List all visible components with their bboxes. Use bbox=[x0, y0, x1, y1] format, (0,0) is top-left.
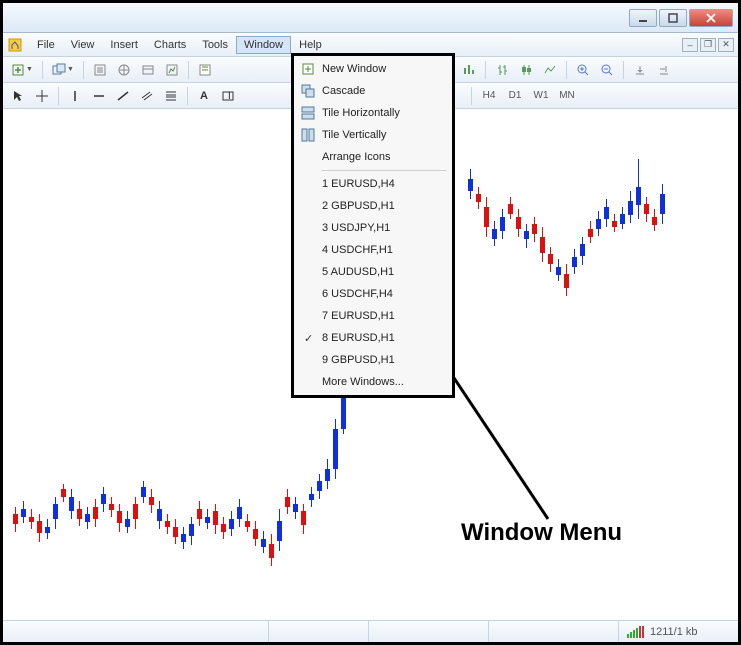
timeframe-mn-button[interactable]: MN bbox=[555, 87, 579, 105]
menu-label: 7 EURUSD,H1 bbox=[322, 310, 395, 322]
menu-window-3[interactable]: 3 USDJPY,H1 bbox=[296, 217, 450, 239]
navigator-button[interactable] bbox=[113, 60, 135, 80]
timeframe-w1-button[interactable]: W1 bbox=[529, 87, 553, 105]
menu-charts[interactable]: Charts bbox=[146, 36, 194, 54]
crosshair-button[interactable] bbox=[31, 86, 53, 106]
minimize-button[interactable] bbox=[629, 9, 657, 27]
tile-vertical-icon bbox=[300, 127, 316, 143]
menu-label: More Windows... bbox=[322, 376, 404, 388]
window-menu-dropdown: New Window Cascade Tile Horizontally Til… bbox=[291, 53, 455, 398]
timeframe-d1-button[interactable]: D1 bbox=[503, 87, 527, 105]
vertical-line-button[interactable] bbox=[64, 86, 86, 106]
menu-window-4[interactable]: 4 USDCHF,H1 bbox=[296, 239, 450, 261]
periodicity-button[interactable] bbox=[458, 60, 480, 80]
new-order-button[interactable] bbox=[194, 60, 216, 80]
menu-tile-vertically[interactable]: Tile Vertically bbox=[296, 124, 450, 146]
text-label-button[interactable]: T bbox=[217, 86, 239, 106]
menu-label: 1 EURUSD,H4 bbox=[322, 178, 395, 190]
close-button[interactable] bbox=[689, 9, 733, 27]
candlestick-button[interactable] bbox=[515, 60, 537, 80]
connection-bars-icon bbox=[627, 626, 644, 638]
menu-label: 5 AUDUSD,H1 bbox=[322, 266, 394, 278]
menu-more-windows[interactable]: More Windows... bbox=[296, 371, 450, 393]
new-chart-button[interactable]: ▼ bbox=[7, 60, 37, 80]
menu-help[interactable]: Help bbox=[291, 36, 330, 54]
cascade-icon bbox=[300, 83, 316, 99]
terminal-button[interactable] bbox=[137, 60, 159, 80]
bar-chart-button[interactable] bbox=[491, 60, 513, 80]
mdi-close-button[interactable]: ✕ bbox=[718, 38, 734, 52]
annotation-text: Window Menu bbox=[461, 519, 622, 547]
check-icon: ✓ bbox=[304, 332, 313, 345]
svg-text:T: T bbox=[226, 90, 233, 102]
auto-scroll-button[interactable] bbox=[629, 60, 651, 80]
fibonacci-button[interactable] bbox=[160, 86, 182, 106]
menu-window-5[interactable]: 5 AUDUSD,H1 bbox=[296, 261, 450, 283]
mdi-restore-button[interactable]: ❐ bbox=[700, 38, 716, 52]
mdi-minimize-button[interactable]: – bbox=[682, 38, 698, 52]
menu-view[interactable]: View bbox=[63, 36, 103, 54]
cursor-button[interactable] bbox=[7, 86, 29, 106]
titlebar bbox=[3, 3, 738, 33]
tile-horizontal-icon bbox=[300, 105, 316, 121]
status-cell-2 bbox=[368, 621, 488, 642]
menu-window[interactable]: Window bbox=[236, 36, 291, 54]
menu-label: Cascade bbox=[322, 85, 365, 97]
menu-tile-horizontally[interactable]: Tile Horizontally bbox=[296, 102, 450, 124]
status-cell-3 bbox=[488, 621, 618, 642]
menu-window-2[interactable]: 2 GBPUSD,H1 bbox=[296, 195, 450, 217]
menu-label: 8 EURUSD,H1 bbox=[322, 332, 395, 344]
menu-label: 6 USDCHF,H4 bbox=[322, 288, 393, 300]
menu-separator bbox=[322, 170, 446, 171]
trendline-button[interactable] bbox=[112, 86, 134, 106]
menu-arrange-icons[interactable]: Arrange Icons bbox=[296, 146, 450, 168]
menu-label: New Window bbox=[322, 63, 386, 75]
status-cell-1 bbox=[268, 621, 368, 642]
menu-label: Tile Horizontally bbox=[322, 107, 400, 119]
menu-new-window[interactable]: New Window bbox=[296, 58, 450, 80]
text-button[interactable]: A bbox=[193, 86, 215, 106]
equidistant-channel-button[interactable] bbox=[136, 86, 158, 106]
chart-shift-button[interactable] bbox=[653, 60, 675, 80]
zoom-out-button[interactable] bbox=[596, 60, 618, 80]
maximize-button[interactable] bbox=[659, 9, 687, 27]
menu-window-8[interactable]: ✓ 8 EURUSD,H1 bbox=[296, 327, 450, 349]
menu-window-9[interactable]: 9 GBPUSD,H1 bbox=[296, 349, 450, 371]
app-icon bbox=[7, 37, 23, 53]
menu-window-6[interactable]: 6 USDCHF,H4 bbox=[296, 283, 450, 305]
menu-insert[interactable]: Insert bbox=[102, 36, 146, 54]
line-chart-button[interactable] bbox=[539, 60, 561, 80]
menu-cascade[interactable]: Cascade bbox=[296, 80, 450, 102]
menu-label: 2 GBPUSD,H1 bbox=[322, 200, 395, 212]
status-connection: 1211/1 kb bbox=[618, 621, 738, 642]
connection-text: 1211/1 kb bbox=[650, 626, 698, 638]
horizontal-line-button[interactable] bbox=[88, 86, 110, 106]
menu-window-1[interactable]: 1 EURUSD,H4 bbox=[296, 173, 450, 195]
new-window-icon bbox=[300, 61, 316, 77]
menu-label: 4 USDCHF,H1 bbox=[322, 244, 393, 256]
market-watch-button[interactable] bbox=[89, 60, 111, 80]
profiles-button[interactable]: ▼ bbox=[48, 60, 78, 80]
timeframe-h4-button[interactable]: H4 bbox=[477, 87, 501, 105]
menu-label: Arrange Icons bbox=[322, 151, 390, 163]
menu-file[interactable]: File bbox=[29, 36, 63, 54]
statusbar: 1211/1 kb bbox=[3, 620, 738, 642]
menu-label: 3 USDJPY,H1 bbox=[322, 222, 390, 234]
menu-label: 9 GBPUSD,H1 bbox=[322, 354, 395, 366]
status-help bbox=[3, 621, 268, 642]
menu-tools[interactable]: Tools bbox=[194, 36, 236, 54]
zoom-in-button[interactable] bbox=[572, 60, 594, 80]
menu-label: Tile Vertically bbox=[322, 129, 386, 141]
menu-window-7[interactable]: 7 EURUSD,H1 bbox=[296, 305, 450, 327]
strategy-tester-button[interactable] bbox=[161, 60, 183, 80]
